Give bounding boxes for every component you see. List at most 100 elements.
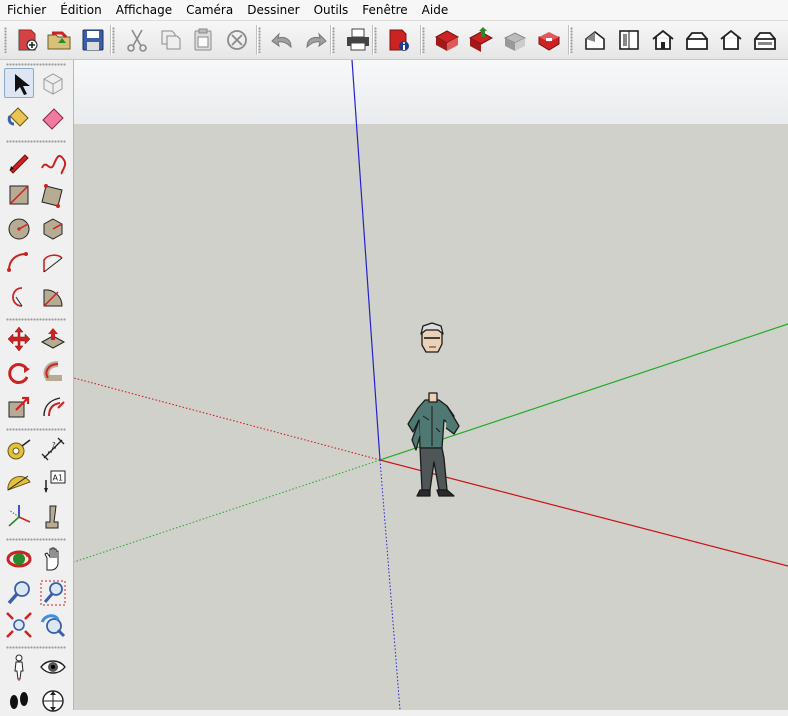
zoom-extents-icon	[4, 610, 34, 640]
freehand-tool-icon	[38, 146, 68, 176]
menu-affichage[interactable]: Affichage	[109, 0, 179, 20]
line-tool-button[interactable]	[4, 146, 34, 176]
two-point-arc-button[interactable]	[38, 248, 68, 278]
previous-view-button[interactable]	[38, 610, 68, 640]
menu-dessiner[interactable]: Dessiner	[240, 0, 306, 20]
menu-outils[interactable]: Outils	[307, 0, 356, 20]
paint-bucket-button[interactable]	[4, 102, 34, 132]
protractor-icon	[4, 468, 34, 498]
menu-aide[interactable]: Aide	[415, 0, 456, 20]
back-view-button[interactable]	[716, 25, 746, 55]
menu-bar: Fichier Édition Affichage Caméra Dessiner Out…	[0, 0, 788, 21]
toolset-grip[interactable]	[6, 140, 66, 143]
toolbar-grip[interactable]	[112, 27, 115, 53]
warehouse-share-model-button[interactable]	[466, 25, 496, 55]
push-pull-button[interactable]	[38, 324, 68, 354]
eraser-button[interactable]	[38, 102, 68, 132]
redo-button[interactable]	[300, 25, 330, 55]
toolbar-grip[interactable]	[570, 27, 573, 53]
menu-fichier[interactable]: Fichier	[0, 0, 53, 20]
toolbar-grip[interactable]	[374, 27, 377, 53]
erase-icon	[222, 25, 252, 55]
zoom-extents-button[interactable]	[4, 610, 34, 640]
copy-button[interactable]	[156, 25, 186, 55]
save-button[interactable]	[78, 25, 108, 55]
viewport-canvas[interactable]	[74, 60, 788, 710]
walk-tool-icon	[4, 686, 34, 716]
dimension-tool-button[interactable]: ?	[38, 434, 68, 464]
circle-tool-button[interactable]	[4, 214, 34, 244]
axes-tool-button[interactable]	[4, 502, 34, 532]
toolset-grip[interactable]	[6, 538, 66, 541]
position-camera-icon	[4, 652, 34, 682]
offset-tool-button[interactable]	[38, 392, 68, 422]
make-component-icon	[38, 68, 68, 98]
orbit-tool-button[interactable]	[4, 544, 34, 574]
freehand-tool-button[interactable]	[38, 146, 68, 176]
left-view-button[interactable]	[750, 25, 780, 55]
erase-button[interactable]	[222, 25, 252, 55]
main-toolbar	[0, 21, 788, 60]
pie-tool-button[interactable]	[38, 282, 68, 312]
move-tool-button[interactable]	[4, 324, 34, 354]
cut-button[interactable]	[122, 25, 152, 55]
warehouse-get-models-button[interactable]	[432, 25, 462, 55]
front-view-button[interactable]	[648, 25, 678, 55]
paste-icon	[188, 25, 218, 55]
pan-tool-button[interactable]	[38, 544, 68, 574]
two-point-arc-icon	[38, 248, 68, 278]
toolbar-grip[interactable]	[422, 27, 425, 53]
text-tool-button[interactable]: A1	[38, 468, 68, 498]
paste-button[interactable]	[188, 25, 218, 55]
toolset-grip[interactable]	[6, 63, 66, 66]
print-icon	[343, 25, 373, 55]
iso-view-button[interactable]	[580, 25, 610, 55]
zoom-window-button[interactable]	[38, 578, 68, 608]
line-tool-icon	[4, 146, 34, 176]
toolbar-grip[interactable]	[332, 27, 335, 53]
axes-tool-icon	[4, 502, 34, 532]
toolbar-grip[interactable]	[4, 27, 7, 53]
toolbar-separator	[110, 25, 112, 55]
iso-view-icon	[580, 25, 610, 55]
extension-warehouse-button[interactable]	[534, 25, 564, 55]
make-component-button[interactable]	[38, 68, 68, 98]
arc-tool-icon	[4, 248, 34, 278]
toolbar-grip[interactable]	[258, 27, 261, 53]
right-view-icon	[682, 25, 712, 55]
3d-text-button[interactable]	[38, 502, 68, 532]
toolset-grip[interactable]	[6, 646, 66, 649]
offset-tool-icon	[38, 392, 68, 422]
left-view-icon	[750, 25, 780, 55]
toolset-grip[interactable]	[6, 318, 66, 321]
protractor-button[interactable]	[4, 468, 34, 498]
walk-tool-button[interactable]	[4, 686, 34, 716]
drawing-viewport[interactable]	[74, 60, 788, 710]
right-view-button[interactable]	[682, 25, 712, 55]
toolset-grip[interactable]	[6, 428, 66, 431]
top-view-button[interactable]	[614, 25, 644, 55]
new-file-button[interactable]	[12, 25, 42, 55]
tape-measure-button[interactable]	[4, 434, 34, 464]
follow-me-button[interactable]	[38, 358, 68, 388]
section-plane-button[interactable]	[38, 686, 68, 716]
select-tool-button[interactable]	[4, 68, 34, 98]
menu-camera[interactable]: Caméra	[179, 0, 240, 20]
print-button[interactable]	[343, 25, 373, 55]
rotate-tool-button[interactable]	[4, 358, 34, 388]
rotated-rectangle-button[interactable]	[38, 180, 68, 210]
three-point-arc-button[interactable]	[4, 282, 34, 312]
model-info-button[interactable]	[384, 25, 414, 55]
look-around-button[interactable]	[38, 652, 68, 682]
rectangle-tool-button[interactable]	[4, 180, 34, 210]
polygon-tool-button[interactable]	[38, 214, 68, 244]
zoom-tool-button[interactable]	[4, 578, 34, 608]
scale-tool-button[interactable]	[4, 392, 34, 422]
menu-fenetre[interactable]: Fenêtre	[355, 0, 414, 20]
open-file-button[interactable]	[44, 25, 74, 55]
undo-button[interactable]	[268, 25, 298, 55]
arc-tool-button[interactable]	[4, 248, 34, 278]
menu-edition[interactable]: Édition	[53, 0, 109, 20]
share-component-button[interactable]	[500, 25, 530, 55]
position-camera-button[interactable]	[4, 652, 34, 682]
